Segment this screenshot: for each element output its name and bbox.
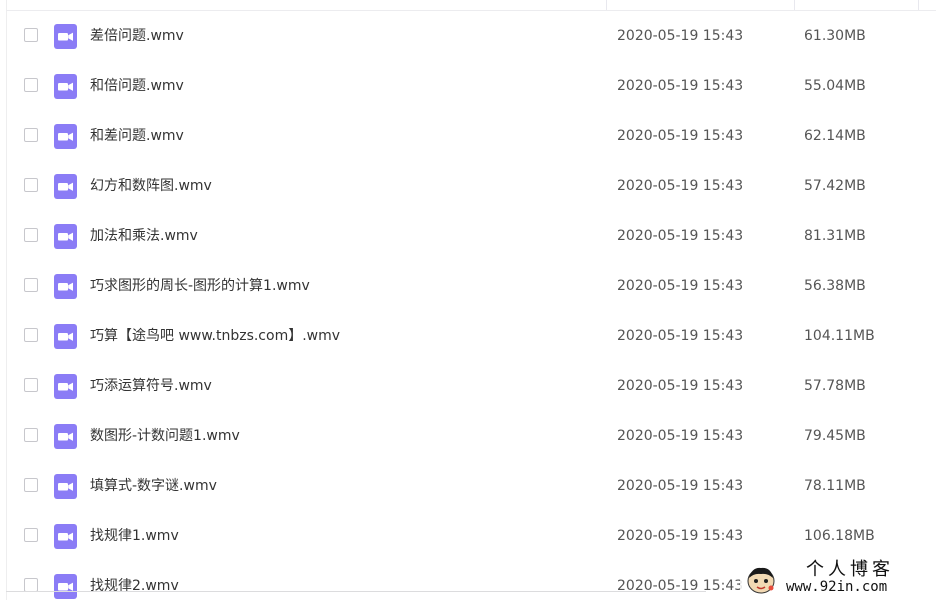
file-name[interactable]: 巧求图形的周长-图形的计算1.wmv bbox=[90, 277, 310, 295]
file-date: 2020-05-19 15:43 bbox=[617, 128, 744, 144]
mascot-logo-icon bbox=[744, 564, 778, 596]
file-row[interactable]: 找规律1.wmv 2020-05-19 15:43 106.18MB bbox=[7, 511, 936, 561]
file-row[interactable]: 巧添运算符号.wmv 2020-05-19 15:43 57.78MB bbox=[7, 361, 936, 411]
file-row[interactable]: 和倍问题.wmv 2020-05-19 15:43 55.04MB bbox=[7, 61, 936, 111]
file-name[interactable]: 加法和乘法.wmv bbox=[90, 227, 198, 245]
blog-watermark: 个人博客 www.92in.com bbox=[740, 558, 936, 600]
file-row[interactable]: 填算式-数字谜.wmv 2020-05-19 15:43 78.11MB bbox=[7, 461, 936, 511]
row-checkbox[interactable] bbox=[24, 528, 38, 542]
video-file-icon bbox=[54, 424, 77, 449]
file-name[interactable]: 找规律2.wmv bbox=[90, 577, 179, 595]
video-file-icon bbox=[54, 374, 77, 399]
file-date: 2020-05-19 15:43 bbox=[617, 528, 744, 544]
file-name[interactable]: 找规律1.wmv bbox=[90, 527, 179, 545]
file-row[interactable]: 幻方和数阵图.wmv 2020-05-19 15:43 57.42MB bbox=[7, 161, 936, 211]
row-checkbox[interactable] bbox=[24, 278, 38, 292]
file-name[interactable]: 巧算【途鸟吧 www.tnbzs.com】.wmv bbox=[90, 327, 340, 345]
column-divider-size[interactable] bbox=[794, 0, 795, 10]
row-checkbox[interactable] bbox=[24, 78, 38, 92]
file-date: 2020-05-19 15:43 bbox=[617, 328, 744, 344]
file-size: 56.38MB bbox=[804, 278, 866, 294]
video-file-icon bbox=[54, 274, 77, 299]
row-checkbox[interactable] bbox=[24, 578, 38, 592]
file-name[interactable]: 巧添运算符号.wmv bbox=[90, 377, 212, 395]
file-row[interactable]: 加法和乘法.wmv 2020-05-19 15:43 81.31MB bbox=[7, 211, 936, 261]
file-size: 55.04MB bbox=[804, 78, 866, 94]
file-size: 57.42MB bbox=[804, 178, 866, 194]
file-date: 2020-05-19 15:43 bbox=[617, 178, 744, 194]
file-date: 2020-05-19 15:43 bbox=[617, 578, 744, 594]
file-size: 79.45MB bbox=[804, 428, 866, 444]
row-checkbox[interactable] bbox=[24, 328, 38, 342]
file-row[interactable]: 差倍问题.wmv 2020-05-19 15:43 61.30MB bbox=[7, 11, 936, 61]
file-name[interactable]: 和差问题.wmv bbox=[90, 127, 184, 145]
row-checkbox[interactable] bbox=[24, 378, 38, 392]
file-size: 78.11MB bbox=[804, 478, 866, 494]
file-list: 差倍问题.wmv 2020-05-19 15:43 61.30MB 和倍问题.w… bbox=[7, 11, 936, 600]
row-checkbox[interactable] bbox=[24, 478, 38, 492]
watermark-url: www.92in.com bbox=[786, 579, 888, 595]
video-file-icon bbox=[54, 74, 77, 99]
video-file-icon bbox=[54, 524, 77, 549]
file-date: 2020-05-19 15:43 bbox=[617, 378, 744, 394]
file-row[interactable]: 巧算【途鸟吧 www.tnbzs.com】.wmv 2020-05-19 15:… bbox=[7, 311, 936, 361]
file-name[interactable]: 数图形-计数问题1.wmv bbox=[90, 427, 240, 445]
row-checkbox[interactable] bbox=[24, 128, 38, 142]
video-file-icon bbox=[54, 474, 77, 499]
video-file-icon bbox=[54, 24, 77, 49]
file-size: 106.18MB bbox=[804, 528, 875, 544]
row-checkbox[interactable] bbox=[24, 228, 38, 242]
video-file-icon bbox=[54, 174, 77, 199]
file-name[interactable]: 和倍问题.wmv bbox=[90, 77, 184, 95]
video-file-icon bbox=[54, 124, 77, 149]
file-size: 61.30MB bbox=[804, 28, 866, 44]
video-file-icon bbox=[54, 574, 77, 599]
video-file-icon bbox=[54, 224, 77, 249]
file-size: 62.14MB bbox=[804, 128, 866, 144]
file-name[interactable]: 差倍问题.wmv bbox=[90, 27, 184, 45]
file-list-panel: 差倍问题.wmv 2020-05-19 15:43 61.30MB 和倍问题.w… bbox=[0, 0, 936, 600]
file-row[interactable]: 和差问题.wmv 2020-05-19 15:43 62.14MB bbox=[7, 111, 936, 161]
watermark-title: 个人博客 bbox=[806, 559, 894, 580]
file-size: 57.78MB bbox=[804, 378, 866, 394]
file-date: 2020-05-19 15:43 bbox=[617, 78, 744, 94]
row-checkbox[interactable] bbox=[24, 178, 38, 192]
file-row[interactable]: 巧求图形的周长-图形的计算1.wmv 2020-05-19 15:43 56.3… bbox=[7, 261, 936, 311]
file-date: 2020-05-19 15:43 bbox=[617, 228, 744, 244]
file-size: 81.31MB bbox=[804, 228, 866, 244]
file-name[interactable]: 填算式-数字谜.wmv bbox=[90, 477, 217, 495]
file-name[interactable]: 幻方和数阵图.wmv bbox=[90, 177, 212, 195]
column-divider-end[interactable] bbox=[918, 0, 919, 10]
video-file-icon bbox=[54, 324, 77, 349]
column-divider-date[interactable] bbox=[606, 0, 607, 10]
file-date: 2020-05-19 15:43 bbox=[617, 478, 744, 494]
file-date: 2020-05-19 15:43 bbox=[617, 428, 744, 444]
row-checkbox[interactable] bbox=[24, 428, 38, 442]
row-checkbox[interactable] bbox=[24, 28, 38, 42]
file-date: 2020-05-19 15:43 bbox=[617, 28, 744, 44]
file-row[interactable]: 数图形-计数问题1.wmv 2020-05-19 15:43 79.45MB bbox=[7, 411, 936, 461]
file-date: 2020-05-19 15:43 bbox=[617, 278, 744, 294]
horizontal-scrollbar[interactable] bbox=[6, 591, 706, 592]
file-size: 104.11MB bbox=[804, 328, 875, 344]
